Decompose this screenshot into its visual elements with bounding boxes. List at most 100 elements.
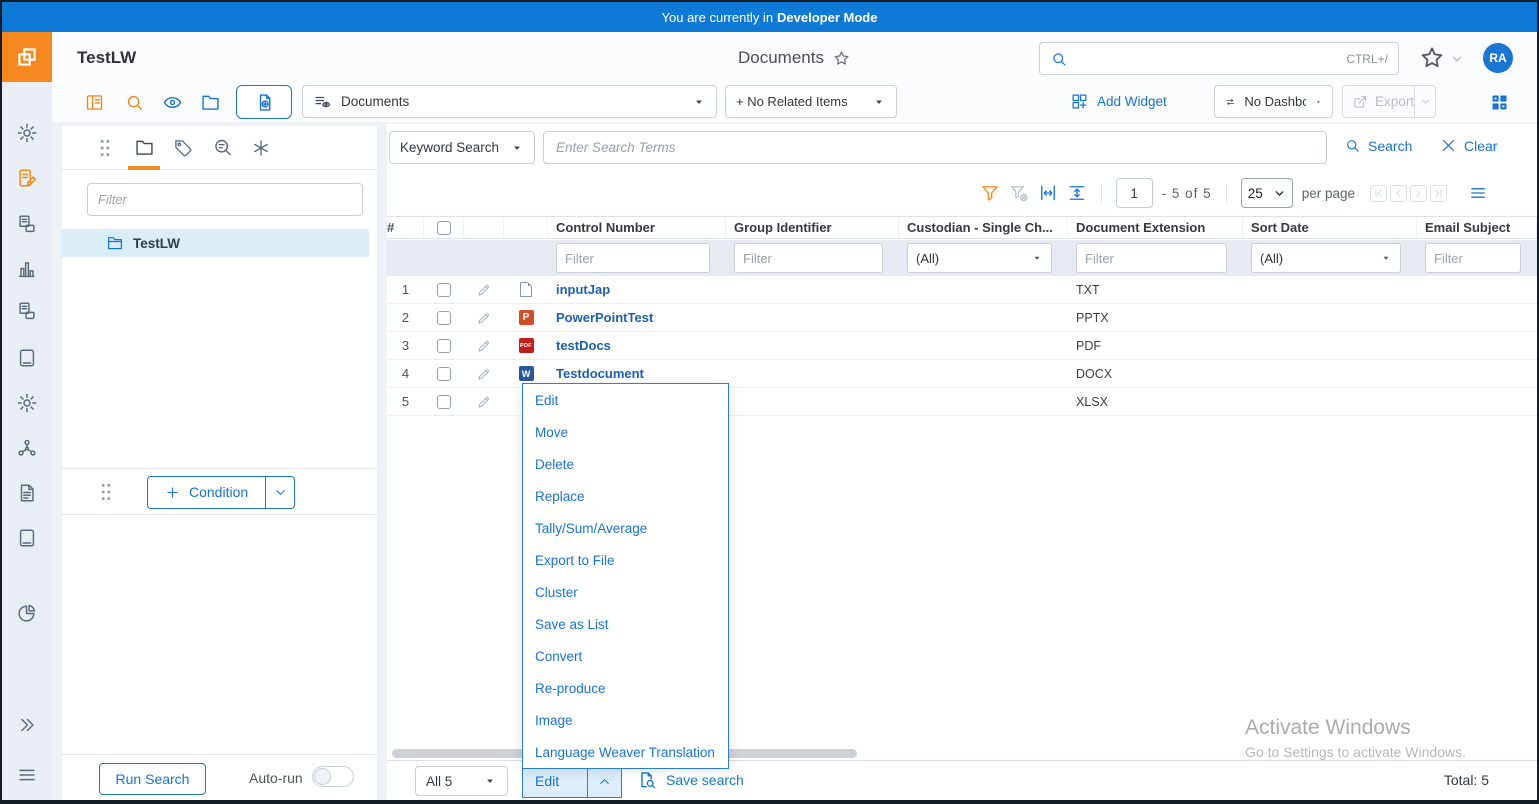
new-document-button[interactable]: [236, 85, 292, 119]
run-search-button[interactable]: Run Search: [99, 763, 206, 795]
list-options-icon[interactable]: [1468, 183, 1488, 203]
filter-input-control[interactable]: [556, 243, 710, 273]
add-condition-button[interactable]: Condition: [147, 476, 265, 509]
mass-action-edit[interactable]: Edit: [523, 765, 587, 797]
tab-field-tree[interactable]: [170, 126, 196, 170]
filter-select-cust[interactable]: (All): [907, 243, 1052, 273]
global-search-box[interactable]: CTRL+/: [1039, 42, 1399, 75]
mass-scope-select[interactable]: All 5: [415, 766, 508, 796]
fit-rows-icon[interactable]: [1067, 183, 1087, 203]
settings-gear-icon-2[interactable]: [16, 392, 38, 414]
context-menu-item[interactable]: Edit: [523, 384, 728, 416]
next-page-button[interactable]: [1410, 185, 1427, 202]
search-mode-select[interactable]: Keyword Search: [389, 131, 535, 164]
grid-layout-icon[interactable]: [1489, 92, 1510, 113]
tab-saved-searches[interactable]: [209, 126, 235, 170]
edit-pencil-icon[interactable]: [476, 394, 492, 410]
filter-select-date[interactable]: (All): [1251, 243, 1401, 273]
column-width-icon[interactable]: [1038, 183, 1058, 203]
context-menu-item[interactable]: Tally/Sum/Average: [523, 512, 728, 544]
last-page-button[interactable]: [1430, 185, 1447, 202]
search-browser-icon[interactable]: [124, 92, 145, 113]
row-checkbox[interactable]: [437, 367, 451, 381]
export-caret-icon[interactable]: [1414, 86, 1435, 117]
document-link[interactable]: PowerPointTest: [556, 310, 653, 325]
search-button[interactable]: Search: [1344, 137, 1412, 154]
column-header-control[interactable]: Control Number: [548, 217, 726, 238]
document-link[interactable]: Testdocument: [556, 366, 644, 381]
filter-input-ext[interactable]: [1076, 243, 1227, 273]
first-page-button[interactable]: [1370, 185, 1387, 202]
favorites-chevron-down-icon[interactable]: [1450, 52, 1464, 66]
add-widget-button[interactable]: Add Widget: [1070, 92, 1167, 111]
pie-chart-icon[interactable]: [16, 602, 38, 624]
review-edit-icon[interactable]: [16, 167, 38, 189]
save-search-button[interactable]: Save search: [637, 770, 744, 790]
row-checkbox[interactable]: [437, 339, 451, 353]
script-document-icon[interactable]: [16, 482, 38, 504]
context-menu-item[interactable]: Language Weaver Translation: [523, 736, 728, 768]
search-terms-input[interactable]: [543, 131, 1327, 164]
context-menu-item[interactable]: Re-produce: [523, 672, 728, 704]
app-logo[interactable]: [2, 32, 52, 82]
edit-pencil-icon[interactable]: [476, 338, 492, 354]
condition-caret-button[interactable]: [265, 476, 295, 509]
select-all-checkbox[interactable]: [437, 221, 451, 235]
integrations-network-icon[interactable]: [16, 437, 38, 459]
folder-tree-item[interactable]: TestLW: [62, 229, 369, 257]
column-header-date[interactable]: Sort Date: [1243, 217, 1417, 238]
clear-filters-icon[interactable]: [1009, 183, 1029, 203]
document-transfer-icon-2[interactable]: [16, 300, 38, 322]
context-menu-item[interactable]: Export to File: [523, 544, 728, 576]
tab-folders[interactable]: [131, 126, 157, 170]
document-link[interactable]: testDocs: [556, 338, 611, 353]
settings-gear-icon[interactable]: [16, 122, 38, 144]
column-header-email[interactable]: Email Subject: [1417, 217, 1537, 238]
row-checkbox[interactable]: [437, 283, 451, 297]
prev-page-button[interactable]: [1390, 185, 1407, 202]
context-menu-item[interactable]: Replace: [523, 480, 728, 512]
column-header-ext[interactable]: Document Extension: [1068, 217, 1243, 238]
bar-chart-icon[interactable]: [16, 258, 38, 280]
view-select[interactable]: Documents: [302, 85, 717, 118]
per-page-select[interactable]: 25: [1241, 178, 1293, 208]
browse-panel-icon[interactable]: [84, 92, 105, 113]
tab-clusters[interactable]: [248, 126, 274, 170]
related-items-select[interactable]: + No Related Items: [725, 85, 897, 118]
drag-handle-icon[interactable]: [99, 482, 113, 502]
folder-browser-icon[interactable]: [200, 92, 221, 113]
filter-funnel-icon[interactable]: [980, 183, 1000, 203]
export-button[interactable]: Export: [1342, 85, 1436, 118]
collapse-double-chevron-icon[interactable]: [16, 714, 38, 736]
favorite-star-icon[interactable]: [832, 49, 851, 68]
edit-pencil-icon[interactable]: [476, 310, 492, 326]
context-menu-item[interactable]: Delete: [523, 448, 728, 480]
drag-handle-icon[interactable]: [98, 138, 112, 158]
context-menu-item[interactable]: Convert: [523, 640, 728, 672]
document-link[interactable]: inputJap: [556, 282, 610, 297]
filter-input-group[interactable]: [734, 243, 883, 273]
row-checkbox[interactable]: [437, 311, 451, 325]
global-search-input[interactable]: [1076, 51, 1338, 66]
edit-pencil-icon[interactable]: [476, 366, 492, 382]
context-menu-item[interactable]: Cluster: [523, 576, 728, 608]
column-header-cust[interactable]: Custodian - Single Ch...: [899, 217, 1068, 238]
user-avatar[interactable]: RA: [1483, 43, 1513, 73]
context-menu-item[interactable]: Image: [523, 704, 728, 736]
notebook-icon-2[interactable]: [16, 527, 38, 549]
auto-run-toggle[interactable]: [312, 766, 354, 787]
folder-filter-input[interactable]: [87, 183, 363, 216]
document-transfer-icon[interactable]: [16, 213, 38, 235]
row-checkbox[interactable]: [437, 395, 451, 409]
dashboard-select[interactable]: No Dashboard S...: [1214, 85, 1333, 118]
column-header-group[interactable]: Group Identifier: [726, 217, 899, 238]
view-eye-icon[interactable]: [162, 92, 183, 113]
context-menu-item[interactable]: Save as List: [523, 608, 728, 640]
mass-action-caret[interactable]: [587, 765, 621, 797]
filter-input-email[interactable]: [1425, 243, 1521, 273]
menu-hamburger-icon[interactable]: [16, 764, 38, 786]
edit-pencil-icon[interactable]: [476, 282, 492, 298]
notebook-icon[interactable]: [16, 347, 38, 369]
clear-button[interactable]: Clear: [1440, 137, 1497, 154]
context-menu-item[interactable]: Move: [523, 416, 728, 448]
